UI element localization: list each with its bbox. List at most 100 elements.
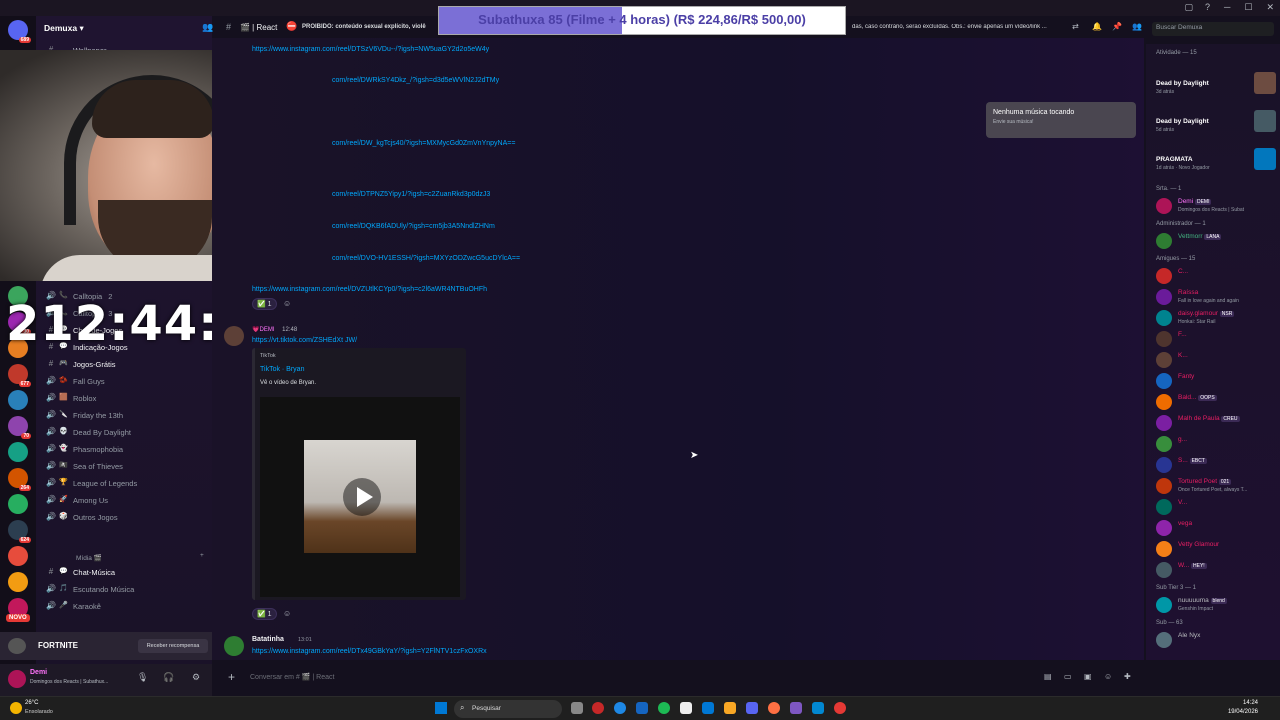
message-link[interactable]: com/reel/DVO-HV1ESSH/?igsh=MXYzODZwcG5uc… [332, 255, 520, 262]
member-item[interactable]: Fanty [1154, 371, 1278, 391]
sidebar-channel[interactable]: 🔊 🟫 Roblox [36, 390, 212, 406]
message-link[interactable]: https://www.instagram.com/reel/DTSzV6VDu… [252, 46, 489, 53]
server-icon[interactable] [8, 442, 28, 462]
member-item[interactable]: Malh de Paula CREU [1154, 413, 1278, 433]
activity-header[interactable]: Atividade — 15 [1156, 50, 1197, 56]
inbox-icon[interactable]: ▢ [1184, 2, 1193, 13]
message-link[interactable]: com/reel/DQKB6fADUly/?igsh=cm5jb3A5NndlZ… [332, 223, 495, 230]
taskbar-search[interactable]: ⌕ Pesquisar [454, 700, 562, 718]
edge-icon[interactable] [614, 702, 626, 714]
sidebar-channel[interactable]: 🔊 🎵 Escutando Música [36, 581, 212, 597]
message-author[interactable]: Batatinha [252, 636, 284, 643]
avatar[interactable] [8, 670, 26, 688]
discord-icon[interactable] [746, 702, 758, 714]
sidebar-channel[interactable]: # 💬 Chat-Música [36, 564, 212, 580]
reaction-check[interactable]: ✅ 1 [252, 608, 277, 620]
avatar[interactable] [224, 636, 244, 656]
gif-icon[interactable]: ▭ [1064, 672, 1072, 681]
message-link[interactable]: com/reel/DWRkSY4Dkz_/?igsh=d3d5eWVlN2J2d… [332, 77, 499, 84]
sidebar-channel[interactable]: 🔊 👻 Phasmophobia [36, 441, 212, 457]
avatar[interactable] [224, 326, 244, 346]
play-icon[interactable] [343, 478, 381, 516]
member-item[interactable]: F... [1154, 329, 1278, 349]
sidebar-channel[interactable]: 🔊 🎤 Karaokê [36, 598, 212, 614]
server-icon[interactable]: 624 [8, 520, 31, 543]
search-input[interactable]: Buscar Demuxa [1152, 22, 1274, 36]
message-link[interactable]: com/reel/DW_kgTcjs40/?igsh=MXMycGd0ZmVnY… [332, 140, 515, 147]
server-icon[interactable]: 677 [8, 364, 31, 387]
bell-icon[interactable]: 🔔 [1092, 22, 1102, 31]
server-name[interactable]: Demuxa ▾ [44, 23, 84, 34]
member-item[interactable]: daisy.glamour NSR Honkai: Star Rail [1154, 308, 1278, 328]
activity-item[interactable]: Dead by Daylight 5d atrás [1154, 108, 1278, 133]
channel-topic-tail[interactable]: das, caso contrário, serão excluídas. Ob… [852, 24, 1067, 30]
member-item[interactable]: Bald... OOPS [1154, 392, 1278, 412]
firefox-icon[interactable] [768, 702, 780, 714]
sidebar-channel[interactable]: 🔊 🫘 Fall Guys [36, 373, 212, 389]
app-icon[interactable] [680, 702, 692, 714]
app-icon[interactable] [790, 702, 802, 714]
channel-topic[interactable]: PROIBIDO: conteúdo sexual explícito, vio… [302, 24, 426, 30]
attach-plus-icon[interactable]: + [228, 670, 235, 684]
threads-list-icon[interactable]: ⇄ [1072, 22, 1079, 31]
message-link[interactable]: https://vt.tiktok.com/ZSHEdXt JW/ [252, 337, 357, 344]
app-icon[interactable] [592, 702, 604, 714]
settings-gear-icon[interactable]: ⚙ [192, 672, 200, 683]
server-icon[interactable] [8, 546, 28, 566]
microphone-icon[interactable]: 🎙 [137, 672, 148, 683]
member-item[interactable]: Vettmorr LANA [1154, 231, 1278, 251]
sidebar-channel[interactable]: 🔊 🚀 Among Us [36, 492, 212, 508]
sidebar-channel[interactable]: 🔊 🏴‍☠️ Sea of Thieves [36, 458, 212, 474]
member-item[interactable]: K... [1154, 350, 1278, 370]
sticker-icon[interactable]: ▣ [1084, 672, 1092, 681]
member-item[interactable]: Tortured Poet 021 Once Tortured Poet, alw… [1154, 476, 1278, 496]
server-icon[interactable]: 70 [8, 416, 31, 439]
add-reaction-icon[interactable]: ☺ [283, 609, 291, 618]
reaction-check[interactable]: ✅ 1 [252, 298, 277, 310]
member-item[interactable]: g... [1154, 434, 1278, 454]
message-input[interactable]: + Conversar em # 🎬 | React ▤ ▭ ▣ ☺ ✚ [224, 668, 1144, 688]
message-link[interactable]: https://www.instagram.com/reel/DVZUtlKCY… [252, 286, 487, 293]
maximize-button[interactable]: ☐ [1244, 2, 1252, 13]
member-list-icon[interactable]: 👥 [1132, 22, 1142, 31]
threads-icon[interactable]: 👥 [202, 22, 213, 33]
sidebar-channel[interactable]: 🔊 🎲 Outros Jogos [36, 509, 212, 525]
add-reaction-icon[interactable]: ☺ [283, 299, 291, 308]
taskbar-date[interactable]: 19/04/2026 [1200, 709, 1258, 715]
member-item[interactable]: vega [1154, 518, 1278, 538]
member-item[interactable]: Ale Nyx [1154, 630, 1278, 650]
server-icon[interactable] [8, 494, 28, 514]
sidebar-channel[interactable]: 🔊 💀 Dead By Daylight [36, 424, 212, 440]
member-item[interactable]: nuuuuuma blend Genshin Impact [1154, 595, 1278, 615]
sidebar-channel[interactable]: 🔊 🔪 Friday the 13th [36, 407, 212, 423]
sidebar-channel[interactable]: 🔊 🏆 League of Legends [36, 475, 212, 491]
minimize-button[interactable]: ─ [1224, 2, 1230, 13]
member-item[interactable]: W... HEY! [1154, 560, 1278, 580]
app-icon[interactable] [812, 702, 824, 714]
member-item[interactable]: V... [1154, 497, 1278, 517]
sidebar-channel[interactable]: # 🎮 Jogos-Grátis [36, 356, 212, 372]
member-item[interactable]: C... [1154, 266, 1278, 286]
windows-start-icon[interactable] [435, 702, 447, 714]
close-button[interactable]: ✕ [1266, 2, 1274, 13]
member-item[interactable]: Vetty Glamour [1154, 539, 1278, 559]
activity-item[interactable]: PRAGMATA 1d atrás · Novo Jogador [1154, 146, 1278, 171]
server-header[interactable]: Demuxa ▾ [36, 18, 212, 40]
add-channel-icon[interactable]: + [200, 552, 204, 559]
gift-icon[interactable]: ▤ [1044, 672, 1052, 681]
home-server-icon[interactable]: 689 [8, 20, 31, 43]
message-link[interactable]: com/reel/DTPNZ5Yipy1/?igsh=c2ZuanRkd3p0d… [332, 191, 490, 198]
apps-icon[interactable]: ✚ [1124, 672, 1131, 681]
server-icon[interactable] [8, 390, 28, 410]
pin-icon[interactable]: 📌 [1112, 22, 1122, 31]
spotify-icon[interactable] [658, 702, 670, 714]
message-link[interactable]: https://www.instagram.com/reel/DTx49GBkY… [252, 648, 487, 655]
app-icon[interactable] [834, 702, 846, 714]
mail-icon[interactable] [702, 702, 714, 714]
member-item[interactable]: Demi DEMI Domingos dos Reacts | Subat [1154, 196, 1278, 216]
activity-item[interactable]: Dead by Daylight 3d atrás [1154, 70, 1278, 95]
taskbar-time[interactable]: 14:24 [1218, 700, 1258, 706]
file-explorer-icon[interactable] [724, 702, 736, 714]
headphones-icon[interactable]: 🎧 [163, 672, 174, 683]
task-view-icon[interactable] [571, 702, 583, 714]
